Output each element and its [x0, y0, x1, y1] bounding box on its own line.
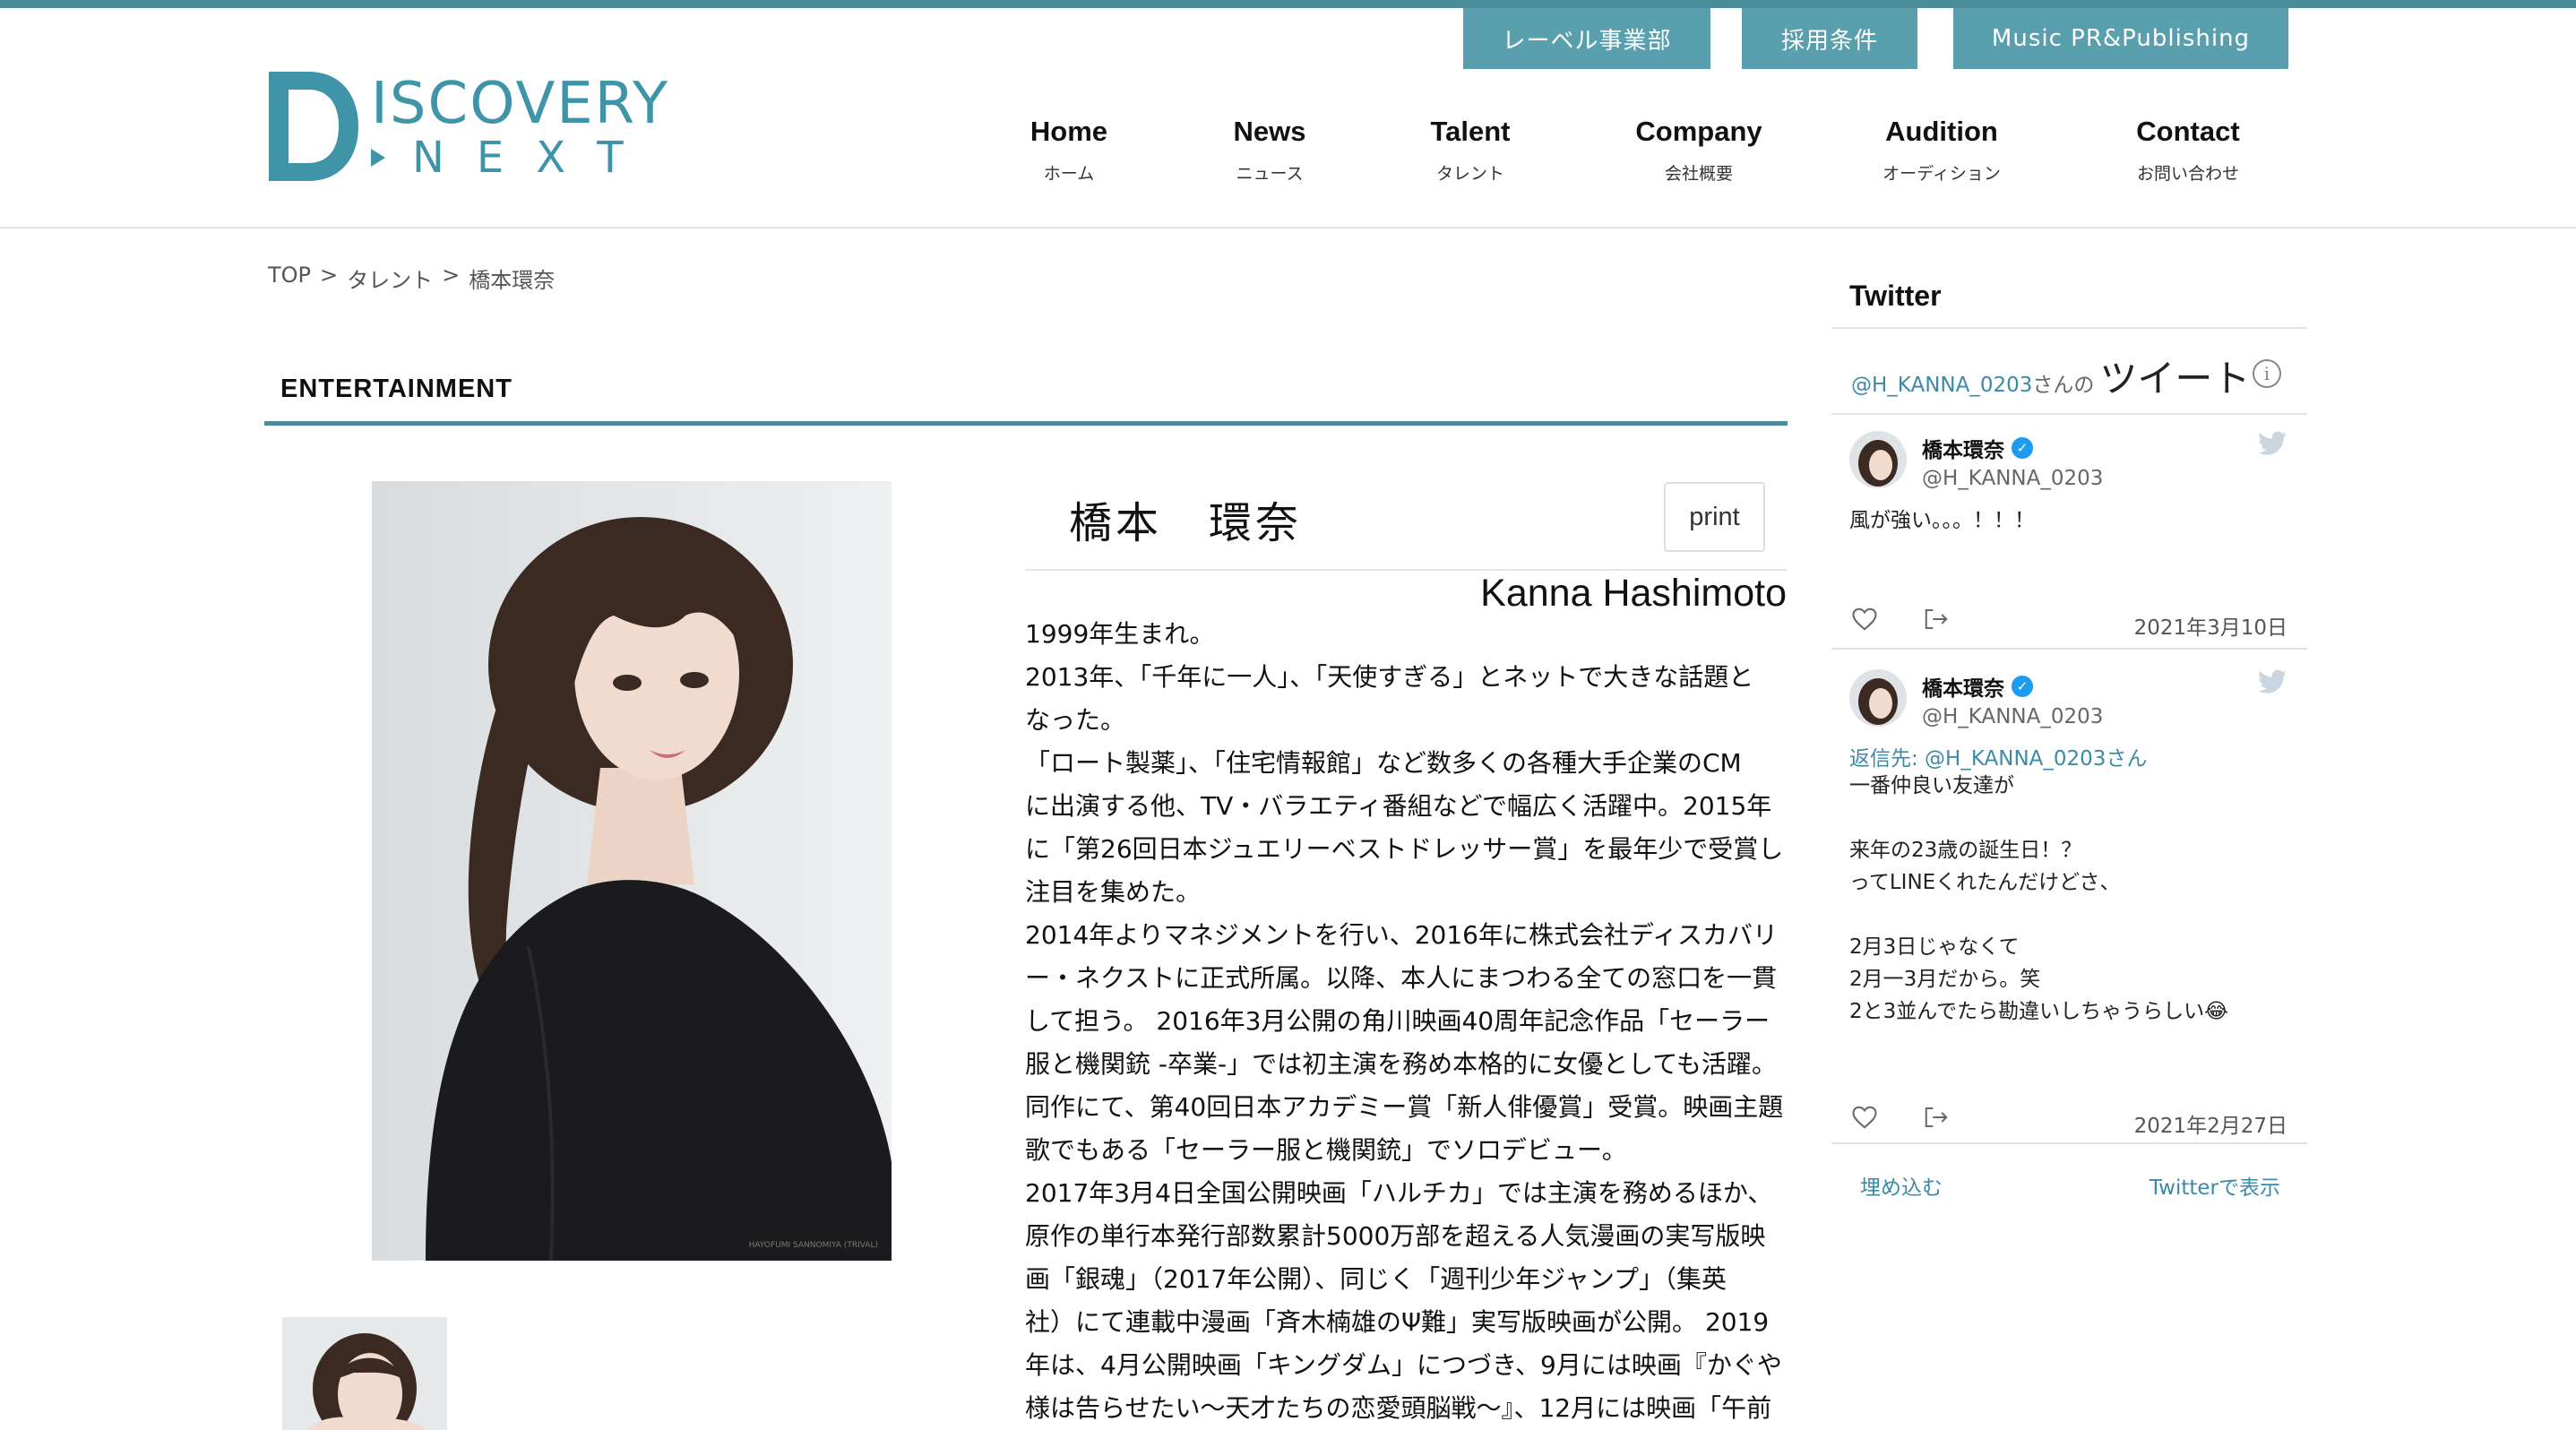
tweet-date[interactable]: 2021年3月10日 — [2134, 610, 2287, 641]
tweet-text: 2と3並んでたら勘違いしちゃうらしい😂 — [1849, 1000, 2228, 1023]
bio-line: 1999年生まれ。 — [1025, 619, 1215, 649]
tweet-text: 風が強い。。。！！！ — [1849, 509, 2035, 532]
section-underline — [264, 421, 1788, 426]
nav-contact[interactable]: Contact お問い合わせ — [2103, 115, 2273, 185]
music-pr-publishing-button[interactable]: Music PR&Publishing — [1953, 8, 2288, 69]
logo-d-mark — [269, 72, 358, 181]
header-divider — [0, 227, 2576, 228]
nav-news[interactable]: News ニュース — [1185, 115, 1355, 185]
print-button[interactable]: print — [1664, 482, 1765, 552]
bio-line: して担う。 2016年3月公開の角川映画40周年記念作品「セーラー — [1025, 1006, 1770, 1036]
timeline-handle-suffix: さんの — [2032, 374, 2095, 397]
bio-line: 「ロート製薬」、「住宅情報館」など数多くの各種大手企業のCM — [1025, 748, 1742, 778]
talent-biography: 1999年生まれ。 2013年、「千年に一人」、「天使すぎる」とネットで大きな話… — [1025, 613, 1792, 1430]
twitter-timeline-widget: @H_KANNA_0203 さんの ツイート i 橋本環奈 ✓ @H_KANNA… — [1831, 327, 2307, 1200]
nav-audition[interactable]: Audition オーディション — [1857, 115, 2027, 185]
like-icon[interactable] — [1851, 1105, 1878, 1130]
tweet-text: 一番仲良い友達が — [1849, 774, 2014, 797]
breadcrumb-separator: > — [320, 263, 339, 288]
bio-line: 2013年、「千年に一人」、「天使すぎる」とネットで大きな話題と — [1025, 662, 1754, 692]
breadcrumb-separator: > — [442, 263, 461, 288]
bio-line: 画「銀魂」（2017年公開）、同じく「週刊少年ジャンプ」（集英 — [1025, 1264, 1727, 1294]
avatar[interactable] — [1849, 669, 1907, 727]
like-icon[interactable] — [1851, 607, 1878, 632]
view-on-twitter-link[interactable]: Twitterで表示 — [2150, 1170, 2280, 1201]
bio-line: ー・ネクストに正式所属。以降、本人にまつわる全ての窓口を一貫 — [1025, 963, 1778, 993]
bio-line: 同作にて、第40回日本アカデミー賞「新人俳優賞」受賞。映画主題 — [1025, 1092, 1784, 1122]
tweet-divider — [1831, 648, 2307, 650]
widget-top-border — [1831, 327, 2307, 329]
bio-line: 様は告らせたい～天才たちの恋愛頭脳戦～』、12月には映画「午前 — [1025, 1393, 1772, 1423]
tweet-date[interactable]: 2021年2月27日 — [2134, 1108, 2287, 1139]
bio-line: に出演する他、TV・バラエティ番組などで幅広く活躍中。2015年 — [1025, 791, 1772, 821]
bio-line: 2017年3月4日全国公開映画「ハルチカ」では主演を務めるほか、 — [1025, 1178, 1773, 1208]
talent-name-jp: 橋本 環奈 — [1069, 498, 1303, 548]
talent-name-en: Kanna Hashimoto — [1480, 572, 1787, 615]
bio-line: 社）にて連載中漫画「斉木楠雄のΨ難」実写版映画が公開。 2019 — [1025, 1307, 1770, 1337]
recruitment-button[interactable]: 採用条件 — [1742, 8, 1917, 69]
tweet-author-handle[interactable]: @H_KANNA_0203 — [1922, 467, 2103, 490]
section-title: ENTERTAINMENT — [280, 375, 513, 403]
tweet-item[interactable]: 橋本環奈 ✓ @H_KANNA_0203 風が強い。。。！！！ 2021年3月1… — [1831, 431, 2307, 655]
nav-home[interactable]: Home ホーム — [984, 115, 1154, 185]
twitter-bird-icon[interactable] — [2258, 431, 2287, 456]
embed-link[interactable]: 埋め込む — [1860, 1170, 1943, 1201]
timeline-header: @H_KANNA_0203 さんの ツイート — [1851, 349, 2250, 403]
top-accent-bar — [0, 0, 2576, 8]
breadcrumb: TOP > タレント > 橋本環奈 — [268, 263, 555, 294]
bio-line: 2014年よりマネジメントを行い、2016年に株式会社ディスカバリ — [1025, 920, 1778, 950]
tweet-divider — [1831, 413, 2307, 415]
bio-line: 歌でもある「セーラー服と機関銃」でソロデビュー。 — [1025, 1135, 1627, 1165]
widget-footer-border — [1831, 1142, 2307, 1144]
share-icon[interactable] — [1923, 607, 1950, 632]
nav-company[interactable]: Company 会社概要 — [1614, 115, 1784, 185]
breadcrumb-top-link[interactable]: TOP — [268, 263, 311, 294]
twitter-bird-icon[interactable] — [2258, 669, 2287, 694]
bio-line: に「第26回日本ジュエリーベストドレッサー賞」を最年少で受賞し — [1025, 834, 1784, 864]
breadcrumb-current: 橋本環奈 — [469, 268, 556, 293]
tweet-text: 2月3日じゃなくて — [1849, 935, 2020, 959]
tweet-text: 来年の23歳の誕生日！？ — [1849, 839, 2082, 862]
bio-line: なった。 — [1025, 705, 1126, 735]
talent-photo: HAYOFUMI SANNOMIYA (TRIVAL) — [372, 481, 892, 1261]
tweet-author-handle[interactable]: @H_KANNA_0203 — [1922, 705, 2103, 728]
info-icon[interactable]: i — [2253, 359, 2281, 388]
tweet-item[interactable]: 橋本環奈 ✓ @H_KANNA_0203 返信先: @H_KANNA_0203さ… — [1831, 669, 2307, 1138]
twitter-title: Twitter — [1849, 280, 1942, 312]
timeline-tweets-label: ツイート — [2099, 357, 2251, 401]
tweet-author-name[interactable]: 橋本環奈 ✓ — [1922, 671, 2033, 702]
nav-talent[interactable]: Talent タレント — [1385, 115, 1555, 185]
tweet-author-name[interactable]: 橋本環奈 ✓ — [1922, 433, 2033, 463]
tweet-text: 2月一3月だから。笑 — [1849, 968, 2041, 991]
bio-line: 原作の単行本発行部数累計5000万部を超える人気漫画の実写版映 — [1025, 1221, 1766, 1251]
photo-credit: HAYOFUMI SANNOMIYA (TRIVAL) — [749, 1241, 878, 1250]
label-division-button[interactable]: レーベル事業部 — [1463, 8, 1710, 69]
verified-badge-icon: ✓ — [2012, 437, 2033, 459]
discovery-next-logo[interactable]: ISCOVERY NEXT — [267, 70, 679, 186]
timeline-handle-link[interactable]: @H_KANNA_0203 — [1851, 374, 2032, 397]
verified-badge-icon: ✓ — [2012, 676, 2033, 697]
logo-text-next: NEXT — [371, 136, 656, 179]
tweet-text: ってLINEくれたんだけどさ、 — [1849, 871, 2121, 894]
name-divider — [1025, 569, 1787, 571]
thumbnail-image — [282, 1317, 447, 1430]
bio-line: 服と機関銃 -卒業-」では初主演を務め本格的に女優としても活躍。 — [1025, 1049, 1777, 1079]
share-icon[interactable] — [1923, 1105, 1950, 1130]
bio-line: 年は、4月公開映画「キングダム」につづき、9月には映画『かぐや — [1025, 1350, 1782, 1380]
avatar[interactable] — [1849, 431, 1907, 488]
breadcrumb-talent-link[interactable]: タレント — [347, 263, 433, 294]
play-arrow-icon — [371, 149, 385, 167]
logo-text-iscovery: ISCOVERY — [371, 71, 670, 137]
photo-thumbnail[interactable] — [282, 1317, 447, 1430]
portrait-image: HAYOFUMI SANNOMIYA (TRIVAL) — [372, 481, 892, 1261]
reply-to-link[interactable]: 返信先: @H_KANNA_0203さん — [1849, 741, 2147, 771]
bio-line: 注目を集めた。 — [1025, 877, 1202, 907]
